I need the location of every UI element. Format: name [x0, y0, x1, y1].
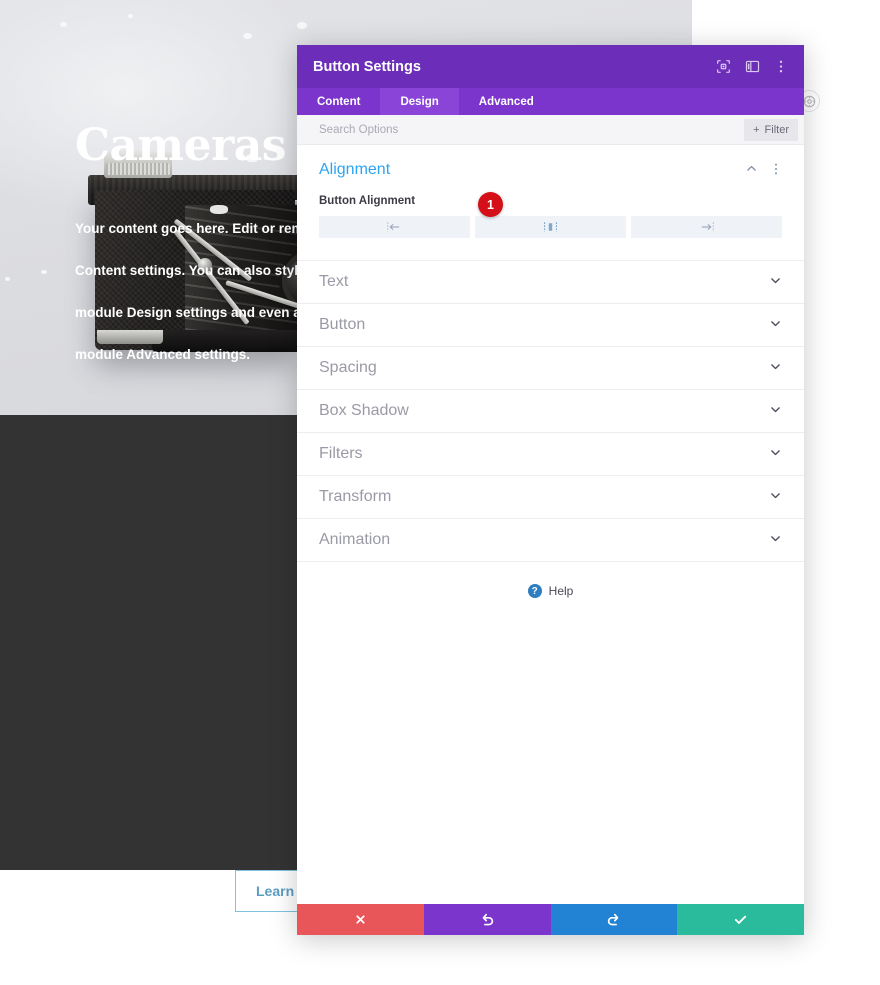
help-question-icon: ?	[527, 584, 542, 598]
align-left-icon[interactable]	[319, 216, 470, 238]
modal-header: Button Settings	[297, 45, 804, 88]
button-settings-modal: Button Settings Content Design Advanced …	[297, 45, 804, 935]
section-transform-label: Transform	[319, 488, 392, 505]
section-text[interactable]: Text	[297, 261, 804, 304]
redo-button[interactable]	[550, 904, 678, 935]
dust-speck	[297, 22, 307, 29]
section-animation[interactable]: Animation	[297, 519, 804, 562]
button-alignment-control	[319, 216, 782, 238]
search-bar: + Filter	[297, 115, 804, 145]
section-text-label: Text	[319, 273, 349, 290]
filter-button-label: Filter	[764, 123, 789, 136]
plus-icon: +	[753, 123, 760, 136]
dust-speck	[5, 277, 10, 281]
chevron-up-icon[interactable]	[745, 162, 758, 178]
section-filters-label: Filters	[319, 445, 363, 462]
kebab-menu-icon[interactable]	[770, 162, 782, 179]
help-label: Help	[548, 584, 574, 598]
undo-button[interactable]	[423, 904, 551, 935]
page-title: Cameras	[75, 120, 287, 171]
save-button[interactable]	[677, 904, 804, 935]
modal-title: Button Settings	[313, 58, 421, 75]
tab-design[interactable]: Design	[380, 88, 459, 115]
chevron-down-icon	[769, 317, 782, 333]
focus-target-icon[interactable]	[716, 59, 731, 74]
section-alignment-tools	[745, 162, 782, 179]
section-box-shadow[interactable]: Box Shadow	[297, 390, 804, 433]
close-x-icon	[354, 913, 367, 926]
layout-panel-icon[interactable]	[745, 59, 760, 74]
dust-speck	[128, 14, 133, 18]
tab-advanced[interactable]: Advanced	[459, 88, 554, 115]
cancel-button[interactable]	[297, 904, 424, 935]
chevron-down-icon	[769, 532, 782, 548]
section-animation-label: Animation	[319, 531, 391, 548]
dust-speck	[243, 33, 252, 39]
section-button[interactable]: Button	[297, 304, 804, 347]
section-spacing[interactable]: Spacing	[297, 347, 804, 390]
modal-footer	[297, 904, 804, 935]
section-alignment: Alignment Button Alignment	[297, 145, 804, 261]
section-button-label: Button	[319, 316, 366, 333]
section-alignment-title: Alignment	[319, 161, 391, 178]
modal-tabs: Content Design Advanced	[297, 88, 804, 115]
undo-icon	[480, 912, 495, 927]
section-filters[interactable]: Filters	[297, 433, 804, 476]
chevron-down-icon	[769, 446, 782, 462]
section-transform[interactable]: Transform	[297, 476, 804, 519]
chevron-down-icon	[769, 360, 782, 376]
dust-speck	[41, 270, 47, 274]
dust-speck	[60, 22, 67, 27]
chevron-down-icon	[769, 489, 782, 505]
modal-body: Alignment Button Alignment Text Button S…	[297, 145, 804, 904]
tab-content[interactable]: Content	[297, 88, 380, 115]
button-alignment-label: Button Alignment	[319, 195, 416, 207]
search-input[interactable]	[319, 123, 745, 136]
help-link[interactable]: ? Help	[297, 562, 804, 598]
step-badge-1: 1	[478, 192, 503, 217]
screen: Cameras Your content goes here. Edit or …	[0, 0, 880, 985]
align-center-icon[interactable]	[475, 216, 626, 238]
redo-icon	[606, 912, 621, 927]
section-box-shadow-label: Box Shadow	[319, 402, 409, 419]
chevron-down-icon	[769, 403, 782, 419]
modal-header-actions	[716, 59, 788, 74]
align-right-icon[interactable]	[631, 216, 782, 238]
check-icon	[733, 912, 748, 927]
section-alignment-header[interactable]: Alignment	[319, 161, 782, 179]
chevron-down-icon	[769, 274, 782, 290]
section-spacing-label: Spacing	[319, 359, 377, 376]
kebab-menu-icon[interactable]	[774, 59, 788, 74]
filter-button[interactable]: + Filter	[744, 118, 798, 141]
